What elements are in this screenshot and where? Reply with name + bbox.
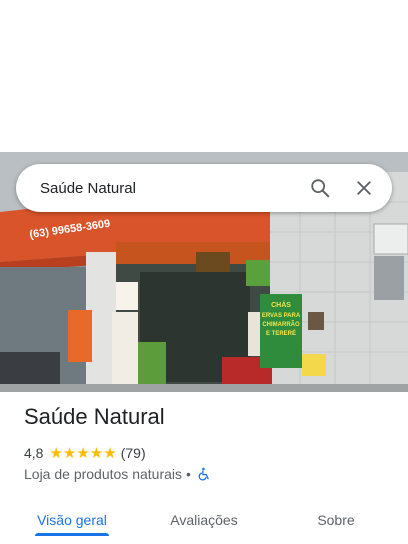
cha-sign-line-1: CHÁS	[271, 300, 291, 309]
category-row: Loja de produtos naturais •	[24, 466, 211, 482]
search-bar[interactable]: Saúde Natural	[16, 164, 392, 212]
place-category: Loja de produtos naturais	[24, 466, 182, 482]
rating-row[interactable]: 4,8 ★★★★★ (79)	[24, 444, 146, 462]
review-count: (79)	[120, 445, 146, 461]
clear-search-button[interactable]	[344, 168, 384, 208]
place-details-sheet: Saúde Natural 4,8 ★★★★★ (79) Loja de pro…	[0, 392, 408, 544]
search-button[interactable]	[300, 168, 340, 208]
cha-sign-line-4: E TERERÉ	[266, 329, 296, 337]
cha-sign-line-2: ERVAS PARA	[262, 313, 301, 319]
tab-bar: Visão geral Avaliações Sobre	[0, 496, 408, 544]
tab-about[interactable]: Sobre	[296, 496, 376, 544]
active-tab-indicator	[35, 533, 109, 536]
map-blank-area	[0, 0, 408, 152]
close-icon	[357, 181, 371, 195]
tab-overview[interactable]: Visão geral	[24, 496, 120, 544]
search-input[interactable]: Saúde Natural	[40, 180, 300, 197]
tab-reviews[interactable]: Avaliações	[156, 496, 252, 544]
star-rating: ★★★★★	[49, 445, 117, 462]
place-title: Saúde Natural	[24, 404, 165, 429]
cha-sign-line-3: CHIMARRÃO	[262, 321, 300, 328]
category-separator: •	[186, 466, 191, 482]
search-icon	[311, 179, 330, 198]
rating-value: 4,8	[24, 445, 44, 461]
wheelchair-icon	[197, 467, 211, 481]
